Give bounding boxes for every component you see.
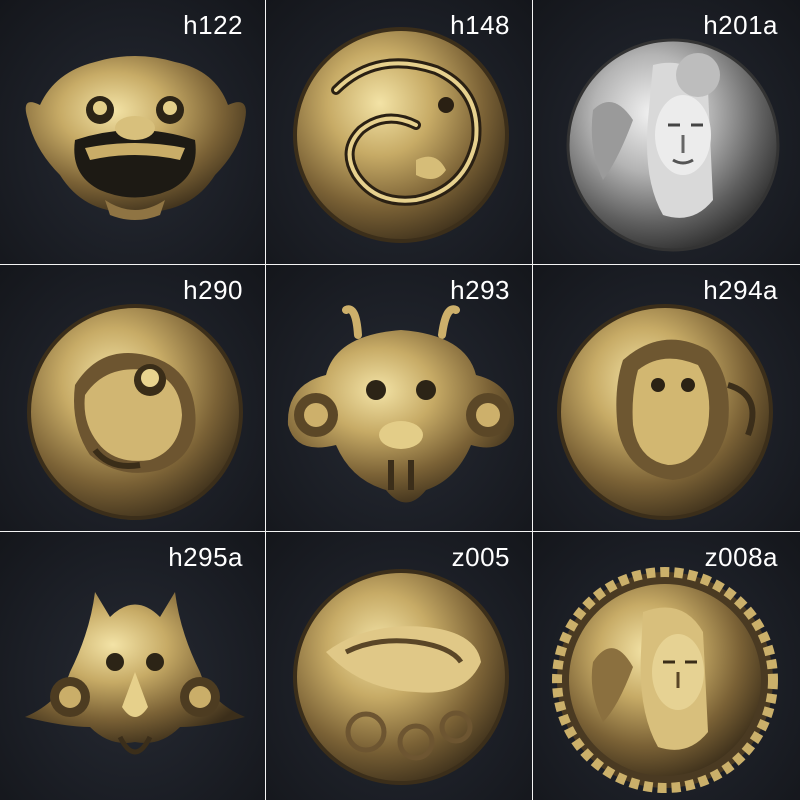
product-tile-h290[interactable]: h290 <box>0 265 265 531</box>
product-tile-h122[interactable]: h122 <box>0 0 265 264</box>
product-code: h122 <box>183 10 243 40</box>
product-code: z008a <box>704 542 778 572</box>
product-code: z005 <box>451 542 510 572</box>
product-tile-h148[interactable]: h148 <box>266 0 532 264</box>
product-tile-h293[interactable]: h293 <box>266 265 532 531</box>
product-tile-h294a[interactable]: h294a <box>533 265 800 531</box>
product-tile-h295a[interactable]: h295a <box>0 532 265 800</box>
product-code: h294a <box>703 275 778 305</box>
product-code: h201a <box>703 10 778 40</box>
product-tile-z008a[interactable]: z008a <box>533 532 800 800</box>
product-code: h290 <box>183 275 243 305</box>
product-tile-z005[interactable]: z005 <box>266 532 532 800</box>
product-grid: h122 h148 h201a h290 h293 h294a h295a z0… <box>0 0 800 800</box>
product-tile-h201a[interactable]: h201a <box>533 0 800 264</box>
product-code: h148 <box>450 10 510 40</box>
product-code: h295a <box>168 542 243 572</box>
product-code: h293 <box>450 275 510 305</box>
